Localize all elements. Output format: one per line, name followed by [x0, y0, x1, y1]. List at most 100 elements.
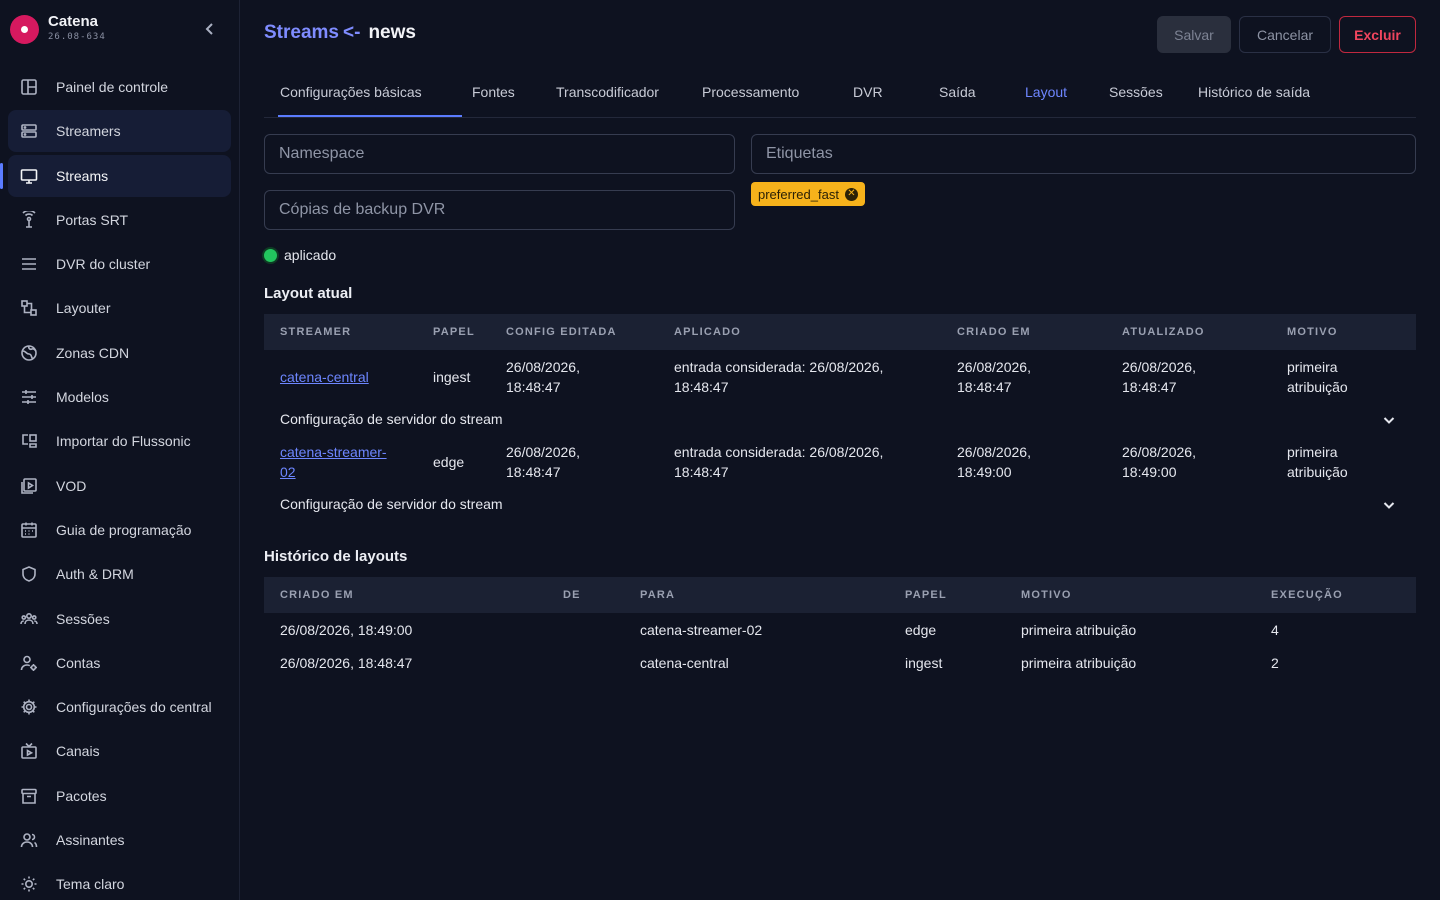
- reason-cell: atribuição: [1287, 464, 1348, 480]
- tv-icon: [21, 743, 37, 760]
- reason-cell: primeira: [1287, 359, 1338, 375]
- sidebar-item-label: Layouter: [56, 300, 111, 317]
- config-edited-cell: 18:48:47: [506, 464, 561, 480]
- sidebar-item-label: Painel de controle: [56, 79, 169, 95]
- tab-configuracoes-basicas[interactable]: Configurações básicas: [280, 84, 422, 100]
- sidebar-item-assinantes[interactable]: Assinantes: [8, 819, 231, 861]
- stream-server-config-expander[interactable]: Configuração de servidor do stream: [280, 411, 503, 427]
- sidebar-item-modelos[interactable]: Modelos: [8, 376, 231, 418]
- streamer-link[interactable]: 02: [280, 462, 296, 482]
- status-label: aplicado: [284, 247, 337, 263]
- sidebar-item-label: DVR do cluster: [56, 256, 151, 273]
- history-reason-cell: primeira atribuição: [1021, 655, 1137, 671]
- sidebar-item-contas[interactable]: Contas: [8, 642, 231, 684]
- sidebar-item-tema-claro[interactable]: Tema claro: [8, 863, 231, 900]
- tab-historico-saida[interactable]: Histórico de saída: [1198, 84, 1310, 100]
- collapse-sidebar-button[interactable]: [198, 17, 222, 41]
- history-role-cell: ingest: [905, 655, 943, 671]
- sidebar-item-streams[interactable]: Streams: [0, 154, 231, 197]
- chevron-down-icon[interactable]: [1381, 497, 1397, 513]
- sidebar-item-label: Guia de programação: [56, 521, 192, 538]
- column-header[interactable]: EXECUÇÃO: [1271, 589, 1343, 601]
- stream-name: news: [368, 22, 416, 43]
- streamer-link[interactable]: catena-streamer-: [280, 442, 387, 462]
- tab-layout[interactable]: Layout: [1025, 84, 1067, 100]
- sidebar-item-auth-drm[interactable]: Auth & DRM: [8, 553, 231, 595]
- status-indicator: aplicado: [264, 247, 336, 263]
- sidebar-item-portas-srt[interactable]: Portas SRT: [8, 199, 231, 241]
- reason-cell: primeira: [1287, 444, 1338, 460]
- column-header[interactable]: APLICADO: [674, 326, 741, 338]
- created-cell: 18:49:00: [957, 464, 1012, 480]
- sidebar-item-vod[interactable]: VOD: [8, 465, 231, 507]
- chevron-left-icon: [205, 23, 213, 35]
- sidebar-item-label: VOD: [56, 477, 87, 494]
- namespace-input[interactable]: Namespace: [264, 134, 735, 174]
- column-header[interactable]: STREAMER: [280, 326, 351, 338]
- calendar-icon: [21, 522, 37, 538]
- sidebar-item-label: Assinantes: [56, 832, 125, 849]
- sidebar-item-sessoes[interactable]: Sessões: [8, 598, 231, 640]
- tab-underline: [278, 115, 462, 117]
- tab-sessoes[interactable]: Sessões: [1109, 84, 1163, 100]
- sidebar-item-importar-flussonic[interactable]: Importar do Flussonic: [8, 420, 231, 462]
- tab-fontes[interactable]: Fontes: [472, 84, 515, 100]
- column-header[interactable]: CONFIG EDITADA: [506, 326, 617, 338]
- import-icon: [22, 434, 37, 449]
- column-header[interactable]: CRIADO EM: [957, 326, 1031, 338]
- cancel-button[interactable]: Cancelar: [1239, 16, 1331, 53]
- tags-input[interactable]: Etiquetas: [751, 134, 1416, 174]
- updated-cell: 18:49:00: [1122, 464, 1177, 480]
- sidebar-nav: Painel de controle Streamers Streams Por…: [0, 66, 231, 900]
- tag-label: preferred_fast: [758, 186, 839, 202]
- column-header[interactable]: ATUALIZADO: [1122, 326, 1205, 338]
- column-header[interactable]: CRIADO EM: [280, 589, 354, 601]
- history-to-cell: catena-central: [640, 655, 729, 671]
- sidebar-item-pacotes[interactable]: Pacotes: [8, 775, 231, 817]
- sidebar-item-zonas-cdn[interactable]: Zonas CDN: [8, 332, 231, 374]
- sidebar-item-dvr-cluster[interactable]: DVR do cluster: [8, 243, 231, 285]
- column-header[interactable]: PAPEL: [433, 326, 475, 338]
- sidebar-item-streamers[interactable]: Streamers: [8, 110, 231, 153]
- sidebar-item-canais[interactable]: Canais: [8, 730, 231, 772]
- sidebar-item-label: Portas SRT: [56, 211, 129, 228]
- dvr-backup-input[interactable]: Cópias de backup DVR: [264, 190, 735, 230]
- sidebar-item-painel[interactable]: Painel de controle: [8, 66, 231, 108]
- sidebar-item-label: Importar do Flussonic: [56, 433, 191, 450]
- config-edited-cell: 26/08/2026,: [506, 359, 580, 375]
- status-dot-icon: [264, 248, 277, 262]
- config-edited-cell: 18:48:47: [506, 379, 561, 395]
- created-cell: 26/08/2026,: [957, 359, 1031, 375]
- tab-bar: Configurações básicas Fontes Transcodifi…: [264, 72, 1416, 118]
- sidebar-item-layouter[interactable]: Layouter: [8, 287, 231, 329]
- remove-tag-icon[interactable]: ✕: [844, 187, 858, 201]
- column-header[interactable]: PAPEL: [905, 589, 947, 601]
- column-header[interactable]: MOTIVO: [1287, 326, 1338, 338]
- column-header[interactable]: PARA: [640, 589, 675, 601]
- history-to-cell: catena-streamer-02: [640, 622, 763, 638]
- stream-server-config-expander[interactable]: Configuração de servidor do stream: [280, 496, 503, 512]
- chevron-down-icon[interactable]: [1381, 412, 1397, 428]
- sidebar-item-configuracoes-central[interactable]: Configurações do central: [8, 686, 231, 728]
- applied-cell: entrada considerada: 26/08/2026,: [674, 359, 884, 375]
- save-button[interactable]: Salvar: [1157, 16, 1231, 53]
- tab-transcodificador[interactable]: Transcodificador: [556, 84, 659, 100]
- brand[interactable]: Catena 26.08-634: [10, 12, 230, 46]
- column-header[interactable]: DE: [563, 589, 581, 601]
- history-run-cell: 2: [1271, 655, 1279, 671]
- delete-button[interactable]: Excluir: [1339, 16, 1416, 53]
- history-reason-cell: primeira atribuição: [1021, 622, 1137, 638]
- sidebar-item-guia-programacao[interactable]: Guia de programação: [8, 509, 231, 551]
- tab-dvr[interactable]: DVR: [853, 84, 883, 100]
- column-header[interactable]: MOTIVO: [1021, 589, 1072, 601]
- applied-cell: entrada considerada: 26/08/2026,: [674, 444, 884, 460]
- role-cell: edge: [433, 454, 465, 470]
- video-icon: [21, 477, 37, 494]
- streamer-link[interactable]: catena-central: [280, 367, 369, 387]
- history-created-cell: 26/08/2026, 18:49:00: [280, 622, 413, 638]
- breadcrumb-streams[interactable]: Streams: [264, 22, 339, 43]
- sidebar-item-label: Streams: [56, 167, 109, 184]
- sidebar: Catena 26.08-634 Painel de controle Stre…: [0, 0, 240, 900]
- tab-saida[interactable]: Saída: [939, 84, 976, 100]
- tab-processamento[interactable]: Processamento: [702, 84, 799, 100]
